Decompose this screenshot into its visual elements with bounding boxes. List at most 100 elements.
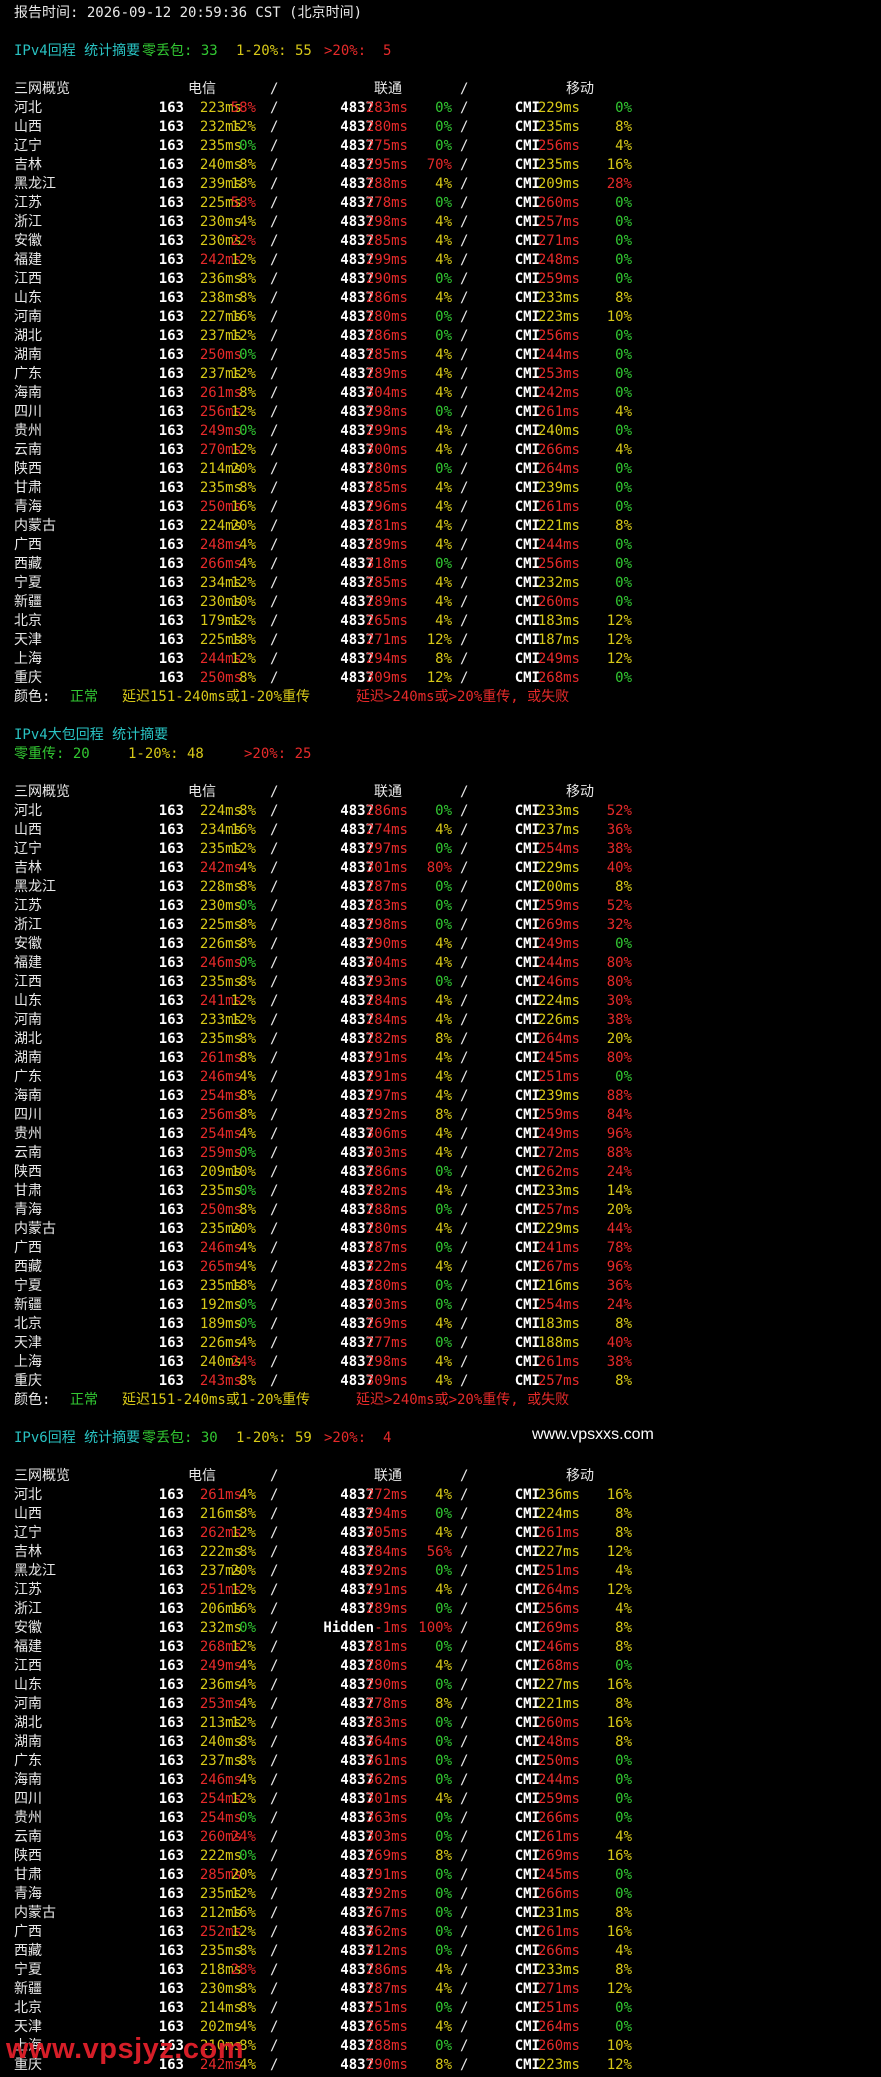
slash: / [460, 670, 469, 686]
unicom-loss: 4% [435, 822, 452, 838]
mobile-loss: 0% [615, 385, 632, 401]
mobile-latency: 249ms [537, 936, 580, 952]
row-region: 湖南 [14, 1050, 42, 1066]
section-title-line: IPv6回程 统计摘要 零丢包: 30 1-20%: 59 >20%: 4 [14, 1429, 881, 1448]
unicom-loss: 56% [426, 1544, 452, 1560]
unicom-loss: 0% [435, 803, 452, 819]
telecom-asn: 163 [158, 366, 184, 382]
row-region: 北京 [14, 2000, 42, 2016]
telecom-asn: 163 [158, 1183, 184, 1199]
slash: / [270, 1506, 279, 1522]
slash: / [270, 1696, 279, 1712]
slash: / [270, 1715, 279, 1731]
telecom-loss: 0% [239, 138, 256, 154]
legend-bad: 延迟>240ms或>20%重传, 或失败 [356, 689, 570, 705]
telecom-asn: 163 [158, 2000, 184, 2016]
section-title: IPv4大包回程 统计摘要 [14, 727, 169, 743]
slash: / [460, 803, 469, 819]
telecom-loss: 12% [230, 1924, 256, 1940]
unicom-loss: 4% [435, 1487, 452, 1503]
table-row: 安徽 163 230ms 22%/4837 285ms 4% / CMI 271ms 0% [14, 232, 881, 251]
table-row: 吉林 163 222ms 8%/4837 284ms 56% / CMI 227ms 12% [14, 1543, 881, 1562]
slash: / [270, 594, 279, 610]
header-slash: / [270, 1468, 279, 1484]
mobile-latency: 259ms [537, 1107, 580, 1123]
unicom-loss: 8% [435, 651, 452, 667]
mobile-latency: 248ms [537, 252, 580, 268]
row-region: 安徽 [14, 233, 42, 249]
telecom-asn: 163 [158, 1848, 184, 1864]
telecom-loss: 28% [230, 1962, 256, 1978]
row-region: 上海 [14, 651, 42, 667]
unicom-loss: 4% [435, 385, 452, 401]
mobile-latency: 183ms [537, 613, 580, 629]
header-region: 三网概览 [14, 1468, 70, 1484]
slash: / [460, 1354, 469, 1370]
unicom-loss: 12% [426, 670, 452, 686]
table-row: 山西 163 232ms 12%/4837 280ms 0% / CMI 235ms 8% [14, 118, 881, 137]
unicom-loss: 0% [435, 195, 452, 211]
mobile-latency: 260ms [537, 1715, 580, 1731]
unicom-loss: 4% [435, 214, 452, 230]
slash: / [270, 518, 279, 534]
slash: / [270, 1658, 279, 1674]
slash: / [460, 119, 469, 135]
telecom-asn: 163 [158, 1677, 184, 1693]
slash: / [270, 879, 279, 895]
table-row: 黑龙江 163 237ms 20%/4837 292ms 0% / CMI 251ms 4% [14, 1562, 881, 1581]
slash: / [270, 499, 279, 515]
slash: / [460, 1221, 469, 1237]
telecom-loss: 8% [239, 974, 256, 990]
row-region: 江苏 [14, 1582, 42, 1598]
slash: / [270, 1259, 279, 1275]
slash: / [460, 328, 469, 344]
telecom-asn: 163 [158, 537, 184, 553]
telecom-loss: 8% [239, 803, 256, 819]
header-telecom: 电信 [188, 81, 216, 97]
mobile-loss: 40% [606, 1335, 632, 1351]
telecom-loss: 8% [239, 879, 256, 895]
telecom-asn: 163 [158, 1905, 184, 1921]
table-row: 四川 163 256ms 8%/4837 292ms 8% / CMI 259ms 84% [14, 1106, 881, 1125]
table-row: 湖南 163 240ms 8%/4837 364ms 0% / CMI 248ms 8% [14, 1733, 881, 1752]
slash: / [460, 537, 469, 553]
slash: / [270, 461, 279, 477]
header-telecom: 电信 [188, 784, 216, 800]
telecom-loss: 0% [239, 347, 256, 363]
mobile-loss: 16% [606, 1715, 632, 1731]
unicom-loss: 0% [435, 1886, 452, 1902]
telecom-asn: 163 [158, 176, 184, 192]
slash: / [270, 442, 279, 458]
table-row: 吉林 163 240ms 8%/4837 295ms 70% / CMI 235ms 16% [14, 156, 881, 175]
mobile-latency: 235ms [537, 119, 580, 135]
telecom-loss: 12% [230, 1886, 256, 1902]
mobile-latency: 261ms [537, 1354, 580, 1370]
unicom-loss: 4% [435, 1050, 452, 1066]
table-row: 江苏 163 251ms 12%/4837 291ms 4% / CMI 264ms 12% [14, 1581, 881, 1600]
slash: / [270, 271, 279, 287]
mobile-latency: 231ms [537, 1905, 580, 1921]
unicom-loss: 4% [435, 537, 452, 553]
slash: / [460, 1145, 469, 1161]
slash: / [270, 1791, 279, 1807]
mobile-latency: 224ms [537, 1506, 580, 1522]
telecom-asn: 163 [158, 613, 184, 629]
row-region: 湖北 [14, 328, 42, 344]
telecom-loss: 4% [239, 214, 256, 230]
slash: / [460, 1563, 469, 1579]
slash: / [460, 100, 469, 116]
table-row: 浙江 163 230ms 4%/4837 298ms 4% / CMI 257ms 0% [14, 213, 881, 232]
table-row: 吉林 163 242ms 4%/4837 301ms 80% / CMI 229ms 40% [14, 859, 881, 878]
telecom-loss: 8% [239, 1943, 256, 1959]
slash: / [270, 214, 279, 230]
mobile-latency: 269ms [537, 1620, 580, 1636]
slash: / [460, 1639, 469, 1655]
slash: / [460, 1107, 469, 1123]
telecom-loss: 20% [230, 1221, 256, 1237]
telecom-loss: 20% [230, 461, 256, 477]
header-mobile: 移动 [566, 784, 594, 800]
slash: / [270, 1031, 279, 1047]
telecom-loss: 12% [230, 366, 256, 382]
telecom-asn: 163 [158, 1487, 184, 1503]
